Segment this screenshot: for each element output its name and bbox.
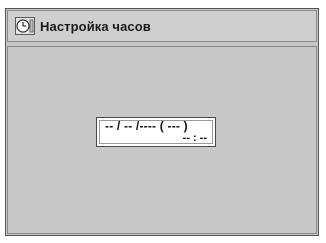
time-display: -- : -- (182, 132, 207, 144)
header-bar: Настройка часов (7, 10, 317, 42)
page-title: Настройка часов (40, 18, 151, 34)
clock-input-field[interactable]: -- / -- /---- ( --- ) -- : -- (96, 117, 216, 147)
date-display: -- / -- /---- ( --- ) (105, 119, 188, 133)
clock-icon (14, 16, 36, 36)
clock-setup-screen: Настройка часов -- / -- /---- ( --- ) --… (0, 0, 326, 243)
